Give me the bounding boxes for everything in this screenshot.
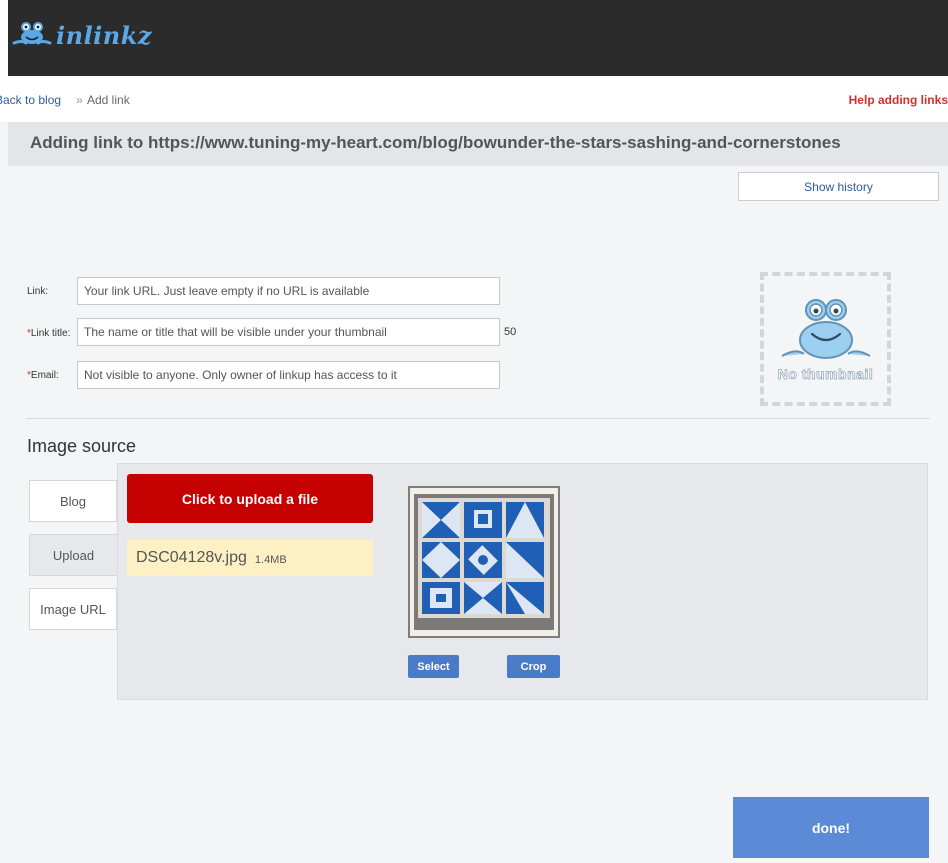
email-label-text: Email: [30,370,59,381]
tab-image-url[interactable]: Image URL [29,588,117,630]
quilt-image [410,488,558,636]
section-divider [26,418,930,419]
email-input[interactable] [77,361,500,389]
breadcrumb-current: Add link [87,93,130,107]
frog-logo-icon [12,18,52,53]
title-char-count: 50 [504,326,517,338]
link-label-text: Link: [27,286,49,297]
frog-icon [778,294,874,369]
link-label: Link: [27,286,48,297]
window-edge [0,0,8,76]
help-adding-links-link[interactable]: Help adding links [849,93,948,107]
image-preview[interactable] [408,486,560,638]
link-title-label-text: Link title: [30,328,71,339]
uploaded-file-item: DSC04128v.jpg 1.4MB [127,540,373,576]
tab-upload[interactable]: Upload [29,534,117,576]
thumbnail-placeholder: No thumbnail [760,272,891,406]
back-to-blog-link[interactable]: Back to blog [0,93,61,107]
top-bar: inlinkz [0,0,948,76]
select-button[interactable]: Select [408,655,459,678]
link-title-label: *Link title: [27,328,70,339]
crop-button[interactable]: Crop [507,655,560,678]
link-title-input[interactable] [77,318,500,346]
show-history-button[interactable]: Show history [738,172,939,201]
file-name: DSC04128v.jpg [136,549,247,566]
file-size: 1.4MB [254,553,287,566]
breadcrumb-separator: » [76,93,83,107]
image-source-title: Image source [27,436,137,456]
logo-text: inlinkz [56,21,153,50]
done-button[interactable]: done! [733,797,929,858]
breadcrumb-bar: Back to blog » Add link Help adding link… [0,76,948,122]
email-label: *Email: [27,370,59,381]
no-thumbnail-text: No thumbnail [777,366,874,383]
add-link-page: inlinkz Back to blog » Add link Help add… [0,0,948,863]
site-logo[interactable]: inlinkz [12,18,152,53]
link-url-input[interactable] [77,277,500,305]
page-title: Adding link to https://www.tuning-my-hea… [30,133,841,152]
upload-file-button[interactable]: Click to upload a file [127,474,373,523]
tab-blog[interactable]: Blog [29,480,117,522]
